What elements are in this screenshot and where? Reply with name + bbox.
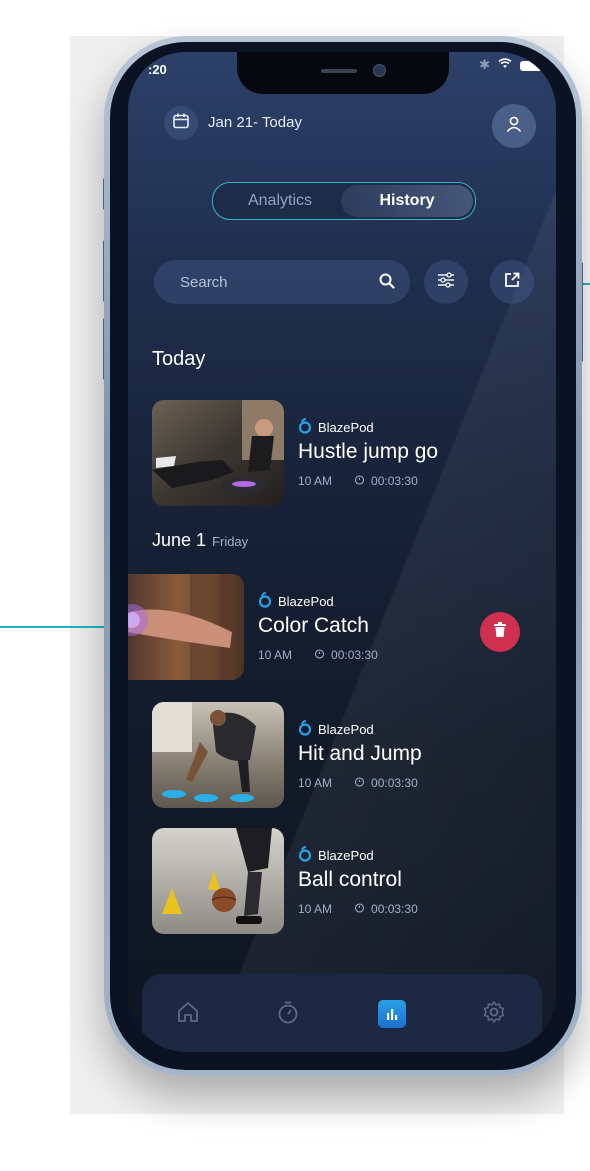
front-camera [373,64,386,77]
blazepod-logo-icon [298,846,312,865]
section-title-june: June 1 Friday [152,530,248,551]
session-time: 10 AM [298,902,333,916]
session-duration: 00:03:30 [371,776,418,790]
blazepod-logo-icon [258,592,272,611]
notch [237,52,449,94]
session-brand: BlazePod [258,592,334,611]
search-icon[interactable] [378,272,396,294]
wifi-icon [498,58,512,73]
session-meta: 10 AM 00:03:30 [298,902,418,916]
session-brand-label: BlazePod [278,594,334,609]
phone-screen: :20 ✱ Jan 21- Today Analytics History Se… [128,52,556,1052]
tab-timer[interactable] [266,992,310,1036]
section-date: June 1 [152,530,207,550]
battery-icon [520,60,542,71]
session-brand: BlazePod [298,846,374,865]
blazepod-logo-icon [298,720,312,739]
blazepod-logo-icon [298,418,312,437]
stopwatch-icon [354,902,365,916]
session-brand-label: BlazePod [318,722,374,737]
session-meta: 10 AM 00:03:30 [298,776,418,790]
session-duration: 00:03:30 [331,648,378,662]
stats-icon [378,1000,406,1028]
section-weekday: Friday [212,534,249,549]
bluetooth-icon: ✱ [479,58,490,73]
status-icons: ✱ [479,58,542,73]
session-title: Hustle jump go [298,440,439,463]
session-time: 10 AM [258,648,293,662]
trash-icon [492,621,508,643]
calendar-icon [172,112,190,134]
bottom-tab-bar [142,974,542,1052]
session-duration: 00:03:30 [371,474,418,488]
session-item[interactable]: BlazePod Hit and Jump 10 AM 00:03:30 [152,702,452,808]
speaker-grille [321,69,357,73]
tab-analytics[interactable]: Analytics [215,185,345,217]
session-brand: BlazePod [298,418,374,437]
sliders-icon [436,271,456,293]
header: Jan 21- Today [156,104,536,148]
session-thumbnail [128,574,244,680]
tab-settings[interactable] [472,992,516,1036]
session-item[interactable]: BlazePod Ball control 10 AM 00:03:30 [152,828,452,934]
gear-icon [481,999,507,1029]
timer-icon [275,999,301,1029]
stopwatch-icon [354,776,365,790]
analytics-history-toggle: Analytics History [212,182,476,220]
session-time: 10 AM [298,776,333,790]
session-meta: 10 AM 00:03:30 [258,648,378,662]
session-item[interactable]: BlazePod Hustle jump go 10 AM 00:03:30 [152,400,452,506]
filter-button[interactable] [424,260,468,304]
session-meta: 10 AM 00:03:30 [298,474,418,488]
session-item[interactable]: BlazePod Color Catch 10 AM 00:03:30 [128,574,472,680]
tab-history[interactable]: History [341,185,473,217]
external-link-icon [503,271,521,293]
section-title-today: Today [152,348,206,370]
tab-home[interactable] [166,992,210,1036]
profile-button[interactable] [492,104,536,148]
session-brand-label: BlazePod [318,848,374,863]
export-button[interactable] [490,260,534,304]
delete-button[interactable] [480,612,520,652]
status-time: :20 [148,62,167,77]
search-input[interactable] [154,260,364,304]
user-icon [504,114,524,138]
home-icon [175,999,201,1029]
session-duration: 00:03:30 [371,902,418,916]
stopwatch-icon [354,474,365,488]
session-thumbnail [152,828,284,934]
date-range-label[interactable]: Jan 21- Today [208,114,302,131]
session-time: 10 AM [298,474,333,488]
search-bar [154,260,410,304]
session-title: Color Catch [258,614,369,637]
session-brand-label: BlazePod [318,420,374,435]
tab-stats[interactable] [370,992,414,1036]
session-title: Ball control [298,868,402,891]
session-thumbnail [152,702,284,808]
session-thumbnail [152,400,284,506]
date-range-button[interactable] [164,106,198,140]
stopwatch-icon [314,648,325,662]
session-title: Hit and Jump [298,742,422,765]
session-brand: BlazePod [298,720,374,739]
